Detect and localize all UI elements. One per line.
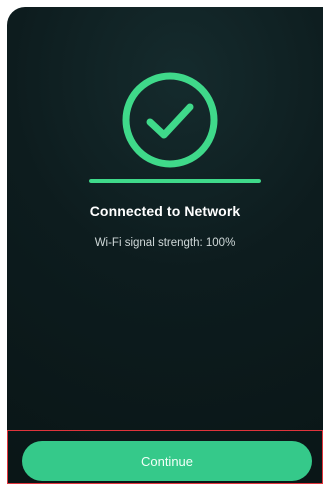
- continue-button[interactable]: Continue: [22, 441, 312, 481]
- continue-button-area: Continue: [7, 430, 323, 484]
- check-circle-icon: [117, 67, 223, 173]
- connection-status-title: Connected to Network: [89, 203, 241, 219]
- connection-progress-bar: [89, 179, 261, 183]
- connection-progress-fill: [89, 179, 261, 183]
- signal-strength-text: Wi-Fi signal strength: 100%: [94, 237, 236, 249]
- connection-success-screen: Connected to Network Wi-Fi signal streng…: [7, 7, 323, 484]
